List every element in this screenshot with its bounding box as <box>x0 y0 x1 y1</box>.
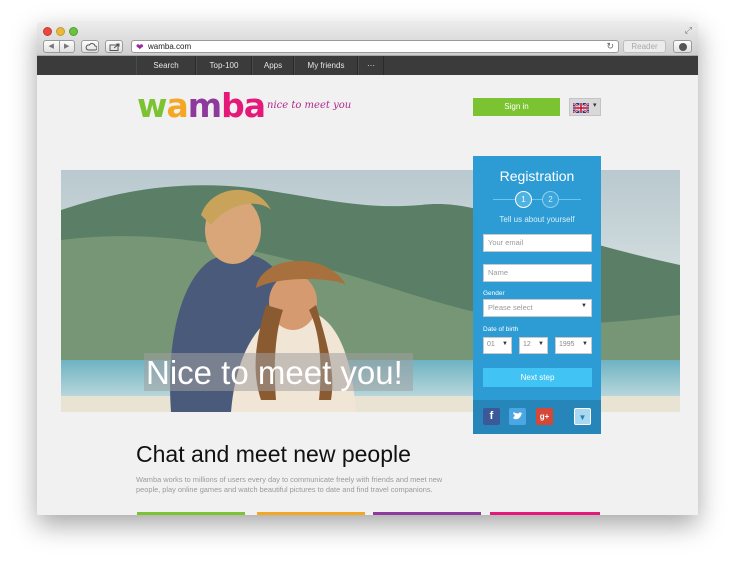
logo-letter: a <box>243 86 266 125</box>
address-bar[interactable]: ❤ wamba.com ↻ <box>131 40 619 53</box>
back-button[interactable]: ◀ <box>44 41 60 52</box>
registration-subtitle: Tell us about yourself <box>499 215 575 224</box>
reader-button[interactable]: Reader <box>623 40 666 53</box>
nav-apps[interactable]: Apps <box>252 56 294 75</box>
step-1-indicator: 1 <box>515 191 532 208</box>
logo-letter: a <box>166 86 189 125</box>
chevron-down-icon[interactable]: ▼ <box>574 408 591 425</box>
wamba-logo[interactable]: wamba <box>137 86 266 125</box>
nav-top-100[interactable]: Top-100 <box>196 56 252 75</box>
main-description: Wamba works to millions of users every d… <box>136 475 443 494</box>
registration-title: Registration <box>499 168 575 184</box>
reload-icon[interactable]: ↻ <box>606 41 614 52</box>
gender-select[interactable]: Please select ▼ <box>483 299 592 317</box>
chevron-down-icon: ▾ <box>593 102 597 109</box>
share-icon <box>109 43 120 51</box>
name-placeholder: Name <box>488 268 509 277</box>
url-text: wamba.com <box>148 42 192 51</box>
favicon-heart-icon: ❤ <box>136 42 144 52</box>
chevron-down-icon: ▼ <box>538 341 544 347</box>
sign-in-button[interactable]: Sign in <box>473 98 560 116</box>
browser-toolbar: ⤢ ◀ ▶ ❤ wamba.com ↻ Reader <box>37 22 698 56</box>
page-content: wamba nice to meet you Sign in ▾ Nice to… <box>37 75 698 515</box>
minimize-window-button[interactable] <box>56 27 65 36</box>
download-icon <box>679 43 687 51</box>
dob-year-value: 1995 <box>559 341 575 348</box>
profile-thumbnail[interactable] <box>490 512 600 515</box>
step-2-indicator: 2 <box>542 191 559 208</box>
email-placeholder: Your email <box>488 238 524 247</box>
share-button[interactable] <box>105 40 123 53</box>
nav-my-friends[interactable]: My friends <box>294 56 358 75</box>
dob-year-select[interactable]: 1995 ▼ <box>555 337 592 354</box>
downloads-button[interactable] <box>673 40 692 53</box>
profile-thumbnail[interactable] <box>373 512 481 515</box>
dob-day-value: 01 <box>487 341 495 348</box>
dob-month-select[interactable]: 12 ▼ <box>519 337 548 354</box>
uk-flag-icon <box>573 103 589 113</box>
fullscreen-icon[interactable]: ⤢ <box>685 25 692 36</box>
history-buttons: ◀ ▶ <box>43 40 75 53</box>
site-top-nav: Search Top-100 Apps My friends ··· <box>37 56 698 75</box>
forward-button[interactable]: ▶ <box>60 41 75 52</box>
logo-letter: b <box>221 86 245 125</box>
chevron-down-icon: ▼ <box>502 341 508 347</box>
logo-letter: m <box>187 86 222 125</box>
profile-thumbnail[interactable] <box>137 512 245 515</box>
registration-panel: Registration 1 2 Tell us about yourself … <box>473 156 601 434</box>
facebook-icon[interactable]: f <box>483 408 500 425</box>
twitter-icon[interactable] <box>509 408 526 425</box>
cloud-icon <box>85 43 97 51</box>
name-field[interactable]: Name <box>483 264 592 282</box>
icloud-tabs-button[interactable] <box>81 40 99 53</box>
browser-window: ⤢ ◀ ▶ ❤ wamba.com ↻ Reader Search Top-10… <box>37 22 698 515</box>
google-plus-icon[interactable]: g+ <box>536 408 553 425</box>
chevron-down-icon: ▼ <box>582 341 588 347</box>
dob-day-select[interactable]: 01 ▼ <box>483 337 512 354</box>
language-selector[interactable]: ▾ <box>569 98 601 116</box>
gender-label: Gender <box>483 290 505 297</box>
dob-label: Date of birth <box>483 326 519 333</box>
profile-thumbnail[interactable] <box>257 512 365 515</box>
nav-more[interactable]: ··· <box>358 56 384 75</box>
registration-steps: 1 2 <box>493 191 581 209</box>
gender-value: Please select <box>488 303 533 312</box>
next-step-button[interactable]: Next step <box>483 368 592 387</box>
social-login-bar: f g+ ▼ <box>473 400 601 434</box>
dob-month-value: 12 <box>523 341 531 348</box>
nav-search[interactable]: Search <box>136 56 196 75</box>
main-heading: Chat and meet new people <box>136 441 411 467</box>
close-window-button[interactable] <box>43 27 52 36</box>
email-field[interactable]: Your email <box>483 234 592 252</box>
zoom-window-button[interactable] <box>69 27 78 36</box>
hero-caption: Nice to meet you! <box>144 353 413 391</box>
chevron-down-icon: ▼ <box>581 303 587 309</box>
tagline: nice to meet you <box>267 100 352 111</box>
logo-letter: w <box>137 86 167 125</box>
